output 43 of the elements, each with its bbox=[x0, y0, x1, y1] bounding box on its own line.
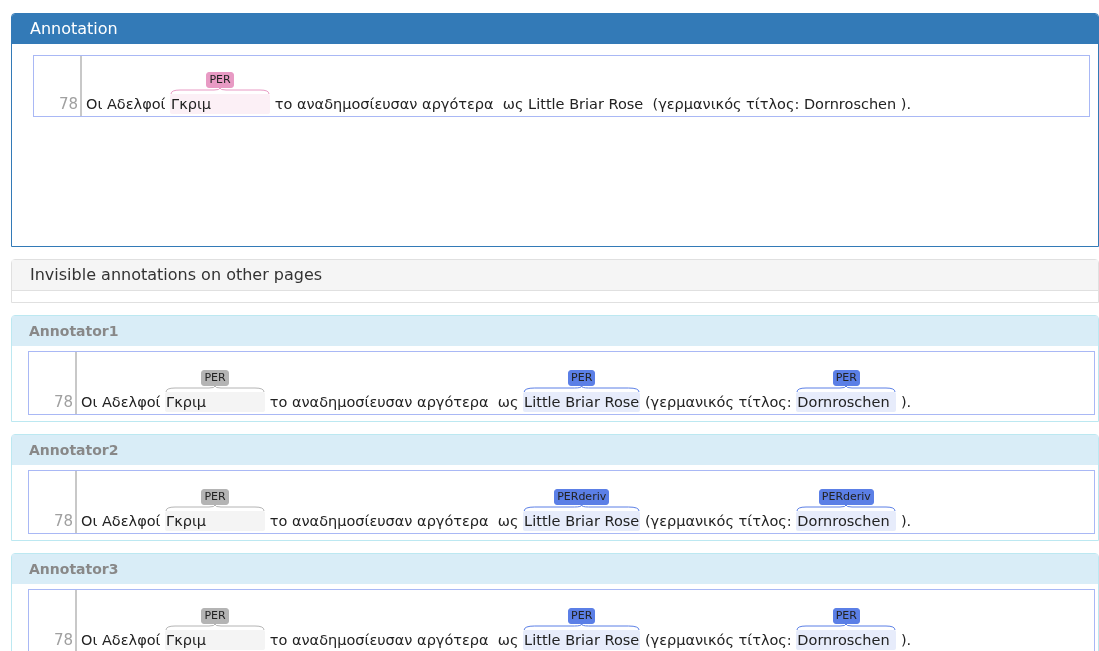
annotator-name: Annotator3 bbox=[29, 559, 119, 579]
annotated-text: Dornroschen bbox=[796, 511, 897, 531]
annotated-text: Γκριμ bbox=[165, 511, 266, 531]
entity-label: PER bbox=[201, 608, 229, 624]
entity-label: PER bbox=[832, 370, 860, 386]
annotated-text: Little Briar Rose bbox=[523, 511, 641, 531]
line-number: 78 bbox=[53, 630, 73, 650]
annotator-name: Annotator1 bbox=[29, 321, 119, 341]
sentence-text: Οι Αδελφοί bbox=[81, 631, 162, 650]
annotated-text: Little Briar Rose bbox=[523, 630, 641, 650]
entity-label: PERderiv bbox=[818, 489, 874, 505]
sentence-text: το αναδημοσίευσαν αργότερα ως bbox=[268, 631, 520, 650]
entity-label: PER bbox=[568, 370, 596, 386]
sentence-text: ). bbox=[899, 631, 912, 650]
entity-label: PERderiv bbox=[554, 489, 610, 505]
annotated-text: Dornroschen bbox=[796, 392, 897, 412]
sentence-text: ). bbox=[899, 393, 912, 412]
sentence-text: (γερμανικός τίτλος: bbox=[643, 512, 793, 531]
sentence-text: το αναδημοσίευσαν αργότερα ως Little Briar Rose (γερμανικός τίτλος: Dornroschen ). bbox=[273, 95, 912, 114]
sentence-text: Οι Αδελφοί bbox=[81, 512, 162, 531]
entity-label: PER bbox=[201, 489, 229, 505]
sentence-text: (γερμανικός τίτλος: bbox=[643, 393, 793, 412]
entity-label: PER bbox=[832, 608, 860, 624]
sentence-text: το αναδημοσίευσαν αργότερα ως bbox=[268, 393, 520, 412]
sentence-text: το αναδημοσίευσαν αργότερα ως bbox=[268, 512, 520, 531]
entity-label: PER bbox=[568, 608, 596, 624]
entity-label: PER bbox=[206, 72, 234, 88]
annotated-text: Γκριμ bbox=[170, 94, 271, 114]
line-number: 78 bbox=[53, 511, 73, 531]
line-number: 78 bbox=[53, 392, 73, 412]
annotated-text: Γκριμ bbox=[165, 392, 266, 412]
annotated-text: Dornroschen bbox=[796, 630, 897, 650]
entity-label: PER bbox=[201, 370, 229, 386]
panel-title: Invisible annotations on other pages bbox=[30, 264, 323, 286]
annotated-text: Γκριμ bbox=[165, 630, 266, 650]
line-number: 78 bbox=[58, 94, 78, 114]
annotated-text: Little Briar Rose bbox=[523, 392, 641, 412]
sentence-text: Οι Αδελφοί bbox=[86, 95, 167, 114]
sentence-text: Οι Αδελφοί bbox=[81, 393, 162, 412]
panel-title: Annotation bbox=[30, 18, 118, 40]
sentence-text: ). bbox=[899, 512, 912, 531]
annotator-name: Annotator2 bbox=[29, 440, 119, 460]
sentence-text: (γερμανικός τίτλος: bbox=[643, 631, 793, 650]
